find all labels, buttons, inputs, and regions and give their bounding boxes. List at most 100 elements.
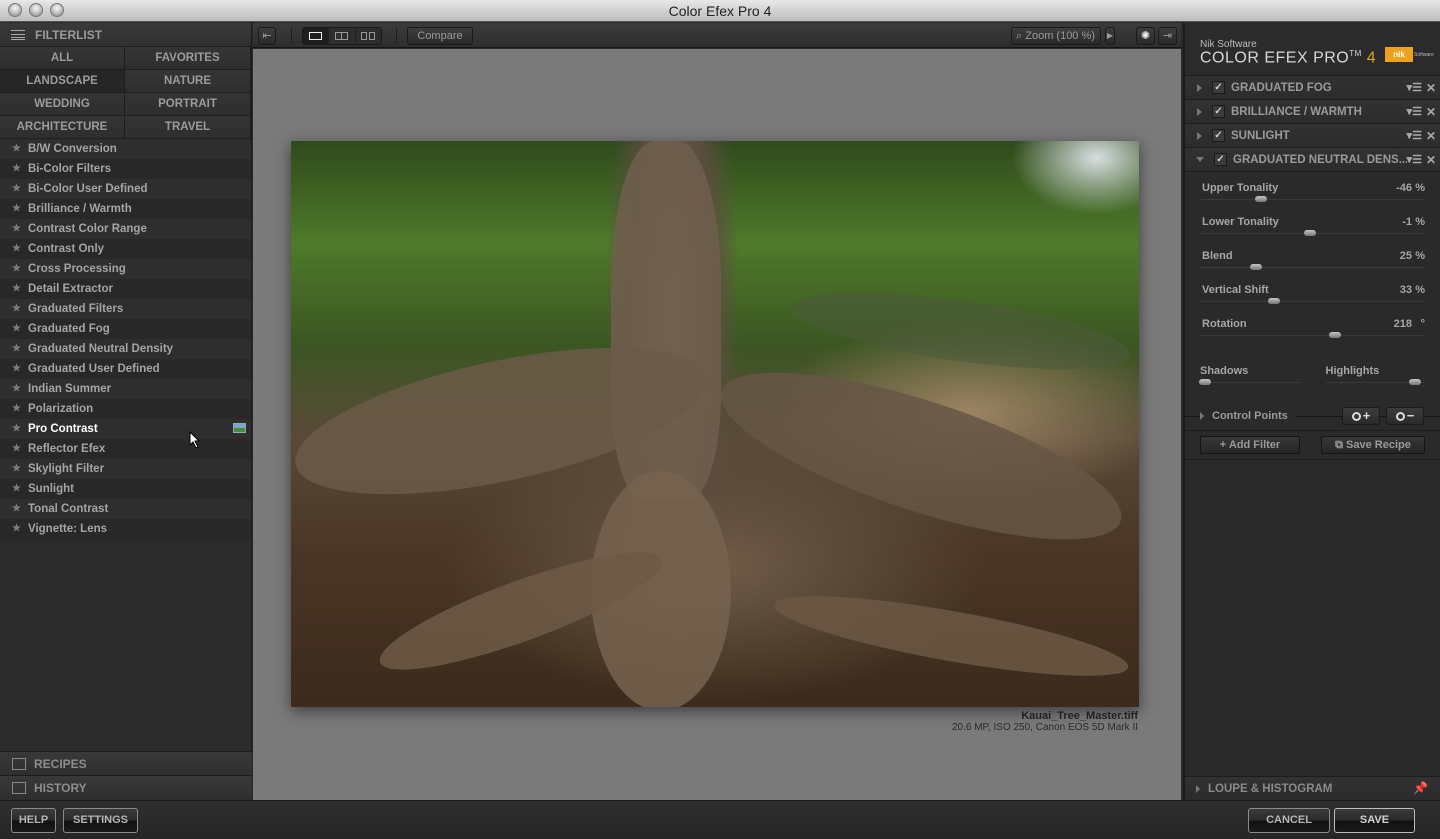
favorite-star-icon[interactable]: ★ (12, 499, 28, 519)
shadows-slider-knob[interactable] (1198, 379, 1211, 385)
image-canvas[interactable]: Kauai_Tree_Master.tiff 20.6 MP, ISO 250,… (253, 49, 1181, 800)
favorite-star-icon[interactable]: ★ (12, 239, 28, 259)
loupe-histogram-section[interactable]: LOUPE & HISTOGRAM 📌 (1185, 776, 1440, 800)
help-button[interactable]: HELP (11, 808, 56, 833)
filter-item[interactable]: ★ Brilliance / Warmth (0, 199, 251, 219)
remove-filter-icon[interactable]: ✕ (1426, 105, 1436, 119)
filter-item[interactable]: ★ Contrast Only (0, 239, 251, 259)
remove-filter-icon[interactable]: ✕ (1426, 81, 1436, 95)
shadows-slider[interactable] (1198, 379, 1300, 385)
filter-menu-icon[interactable]: ▾☰ (1407, 153, 1422, 166)
filter-stack-item[interactable]: ✓ GRADUATED NEUTRAL DENS... ▾☰ ✕ (1185, 148, 1440, 172)
remove-filter-icon[interactable]: ✕ (1426, 153, 1436, 167)
filter-item[interactable]: ★ Sunlight (0, 479, 251, 499)
save-button[interactable]: SAVE (1334, 808, 1415, 833)
filter-item[interactable]: ★ Graduated User Defined (0, 359, 251, 379)
remove-filter-icon[interactable]: ✕ (1426, 129, 1436, 143)
category-portrait[interactable]: PORTRAIT (125, 93, 251, 116)
filter-menu-icon[interactable]: ▾☰ (1407, 129, 1422, 142)
rotation-slider-knob[interactable] (1329, 332, 1341, 338)
filter-item[interactable]: ★ Graduated Filters (0, 299, 251, 319)
category-favorites[interactable]: FAVORITES (125, 47, 251, 70)
favorite-star-icon[interactable]: ★ (12, 219, 28, 239)
lower-tonality-value[interactable]: -1 (1402, 216, 1412, 228)
filter-item[interactable]: ★ Skylight Filter (0, 459, 251, 479)
filter-item[interactable]: ★ B/W Conversion (0, 139, 251, 159)
filter-menu-icon[interactable]: ▾☰ (1407, 81, 1422, 94)
filterlist-header[interactable]: FILTERLIST (0, 23, 251, 47)
photo-preview[interactable] (291, 141, 1139, 707)
enable-filter-checkbox[interactable]: ✓ (1214, 153, 1227, 166)
upper-tonality-value[interactable]: -46 (1396, 182, 1412, 194)
minimize-window-button[interactable] (29, 3, 43, 17)
upper-tonality-slider[interactable] (1200, 196, 1425, 202)
favorite-star-icon[interactable]: ★ (12, 159, 28, 179)
category-landscape[interactable]: LANDSCAPE (0, 70, 125, 93)
favorite-star-icon[interactable]: ★ (12, 139, 28, 159)
favorite-star-icon[interactable]: ★ (12, 339, 28, 359)
collapse-triangle-icon[interactable] (1196, 157, 1204, 162)
favorite-star-icon[interactable]: ★ (12, 379, 28, 399)
favorite-star-icon[interactable]: ★ (12, 459, 28, 479)
rotation-slider[interactable] (1200, 332, 1425, 338)
enable-filter-checkbox[interactable]: ✓ (1212, 81, 1225, 94)
expand-triangle-icon[interactable] (1197, 131, 1202, 140)
filter-item[interactable]: ★ Contrast Color Range (0, 219, 251, 239)
settings-button[interactable]: SETTINGS (63, 808, 138, 833)
lower-tonality-slider[interactable] (1200, 230, 1425, 236)
category-travel[interactable]: TRAVEL (125, 116, 251, 139)
category-all[interactable]: ALL (0, 47, 125, 70)
highlights-slider[interactable] (1325, 379, 1425, 385)
remove-control-point-button[interactable]: − (1386, 407, 1424, 425)
filter-item[interactable]: ★ Reflector Efex (0, 439, 251, 459)
filter-item[interactable]: ★ Cross Processing (0, 259, 251, 279)
filter-menu-icon[interactable]: ▾☰ (1407, 105, 1422, 118)
hide-controls-button[interactable]: ⇥ (1158, 27, 1177, 45)
filter-item[interactable]: ★ Tonal Contrast (0, 499, 251, 519)
add-filter-button[interactable]: + Add Filter (1200, 436, 1300, 454)
favorite-star-icon[interactable]: ★ (12, 299, 28, 319)
background-brightness-button[interactable]: ✺ (1136, 27, 1155, 45)
favorite-star-icon[interactable]: ★ (12, 519, 28, 539)
filter-item[interactable]: ★ Pro Contrast (0, 419, 251, 439)
blend-slider-knob[interactable] (1250, 264, 1263, 270)
category-architecture[interactable]: ARCHITECTURE (0, 116, 125, 139)
filter-item[interactable]: ★ Graduated Fog (0, 319, 251, 339)
favorite-star-icon[interactable]: ★ (12, 179, 28, 199)
blend-slider[interactable] (1200, 264, 1425, 270)
favorite-star-icon[interactable]: ★ (12, 479, 28, 499)
filter-stack-item[interactable]: ✓ SUNLIGHT ▾☰ ✕ (1185, 124, 1440, 148)
favorite-star-icon[interactable]: ★ (12, 359, 28, 379)
vertical-shift-slider[interactable] (1200, 298, 1425, 304)
filter-stack-item[interactable]: ✓ BRILLIANCE / WARMTH ▾☰ ✕ (1185, 100, 1440, 124)
category-nature[interactable]: NATURE (125, 70, 251, 93)
close-window-button[interactable] (8, 3, 22, 17)
blend-value[interactable]: 25 (1400, 250, 1412, 262)
vertical-shift-value[interactable]: 33 (1400, 284, 1412, 296)
history-section[interactable]: HISTORY (0, 775, 252, 799)
pin-icon[interactable]: 📌 (1413, 781, 1428, 795)
favorite-star-icon[interactable]: ★ (12, 439, 28, 459)
filter-item[interactable]: ★ Bi-Color Filters (0, 159, 251, 179)
expand-triangle-icon[interactable] (1197, 83, 1202, 92)
vertical-shift-slider-knob[interactable] (1268, 298, 1281, 304)
expand-triangle-icon[interactable] (1197, 107, 1202, 116)
favorite-star-icon[interactable]: ★ (12, 399, 28, 419)
highlights-slider-knob[interactable] (1409, 379, 1422, 385)
zoom-menu-button[interactable]: ▶ (1105, 27, 1115, 45)
presets-icon[interactable] (233, 423, 246, 433)
zoom-window-button[interactable] (50, 3, 64, 17)
filter-item[interactable]: ★ Graduated Neutral Density (0, 339, 251, 359)
recipes-section[interactable]: RECIPES (0, 751, 252, 775)
single-view-button[interactable] (303, 28, 330, 44)
favorite-star-icon[interactable]: ★ (12, 279, 28, 299)
enable-filter-checkbox[interactable]: ✓ (1212, 105, 1225, 118)
control-points-toggle[interactable]: Control Points (1200, 410, 1296, 422)
filter-item[interactable]: ★ Bi-Color User Defined (0, 179, 251, 199)
favorite-star-icon[interactable]: ★ (12, 199, 28, 219)
zoom-button[interactable]: ⌕ Zoom (100 %) (1011, 27, 1101, 45)
compare-button[interactable]: Compare (407, 27, 473, 45)
category-wedding[interactable]: WEDDING (0, 93, 125, 116)
filter-item[interactable]: ★ Vignette: Lens (0, 519, 251, 539)
filter-item[interactable]: ★ Polarization (0, 399, 251, 419)
